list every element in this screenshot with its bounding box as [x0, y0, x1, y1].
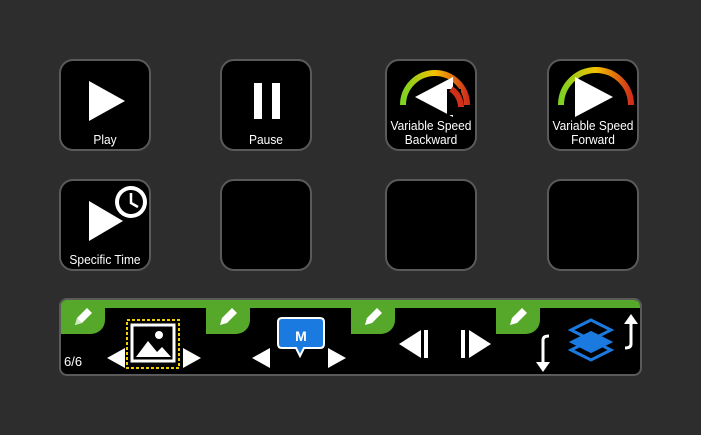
empty-key-7[interactable]: [385, 179, 477, 271]
pause-label: Pause: [249, 132, 283, 147]
edit-tab-2[interactable]: [206, 300, 250, 334]
pencil-icon: [365, 308, 382, 325]
pause-icon: [254, 83, 280, 119]
speed-forward-icon: [558, 67, 634, 117]
variable-speed-forward-label: Variable Speed Forward: [552, 118, 634, 147]
dial-strip: 6/6 M: [59, 298, 642, 376]
play-label: Play: [93, 132, 117, 147]
layers-icon: [567, 318, 615, 362]
step-forward-icon: [461, 330, 491, 358]
pencil-icon: [510, 308, 527, 325]
pause-key[interactable]: Pause: [220, 59, 312, 151]
frame-step-dial[interactable]: [391, 314, 491, 374]
arrow-down-icon: [536, 334, 550, 372]
edit-tab-1[interactable]: [61, 300, 105, 334]
play-clock-icon: [89, 186, 147, 241]
play-key[interactable]: Play: [59, 59, 151, 151]
specific-time-label: Specific Time: [69, 252, 141, 267]
empty-key-6[interactable]: [220, 179, 312, 271]
image-selector-dial[interactable]: [103, 306, 203, 376]
variable-speed-backward-label: Variable Speed Backward: [390, 118, 472, 147]
edit-tab-3[interactable]: [351, 300, 395, 334]
variable-speed-forward-key[interactable]: Variable Speed Forward: [547, 59, 639, 151]
speed-backward-icon: [400, 70, 470, 117]
play-icon: [89, 81, 125, 121]
page-indicator: 6/6: [64, 354, 83, 369]
marker-badge-text: M: [295, 328, 307, 344]
layers-dial[interactable]: [531, 306, 641, 376]
pencil-icon: [220, 308, 237, 325]
arrow-up-icon: [624, 314, 638, 350]
empty-key-8[interactable]: [547, 179, 639, 271]
variable-speed-backward-key[interactable]: Variable Speed Backward: [385, 59, 477, 151]
pencil-icon: [75, 308, 92, 325]
specific-time-key[interactable]: Specific Time: [59, 179, 151, 271]
step-back-icon: [399, 330, 428, 358]
